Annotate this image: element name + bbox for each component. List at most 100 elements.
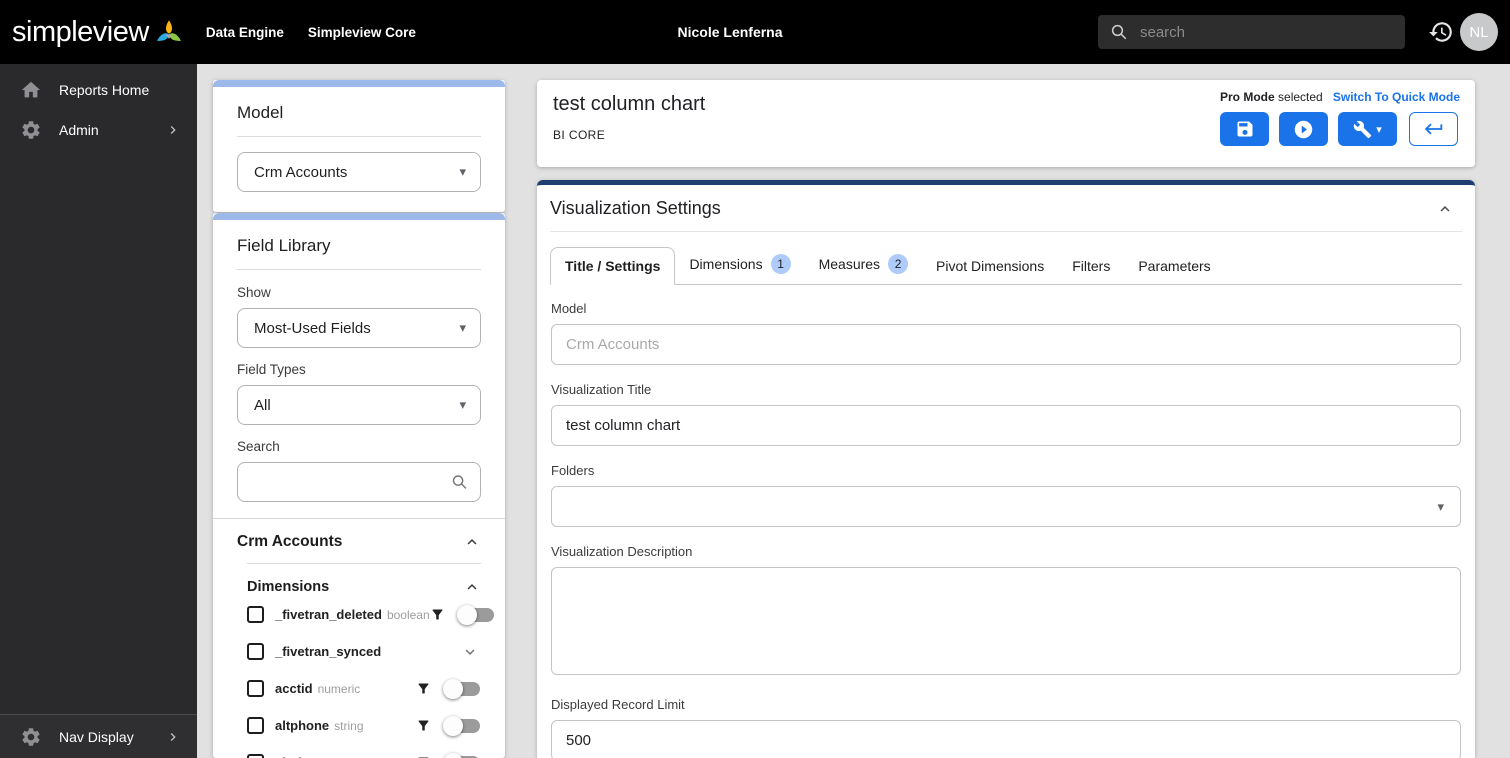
field-row: _fivetran_deleted boolean — [247, 596, 481, 633]
show-label: Show — [237, 285, 481, 300]
field-checkbox[interactable] — [247, 643, 264, 660]
field-types-select[interactable]: All ▾ — [237, 385, 481, 425]
tab-label: Measures — [819, 256, 880, 272]
left-sidebar: Reports Home Admin Nav Display — [0, 64, 197, 758]
field-search[interactable] — [237, 462, 481, 502]
tab-pivot-dimensions[interactable]: Pivot Dimensions — [922, 248, 1058, 284]
report-header-card: test column chart BI CORE Pro Mode selec… — [537, 80, 1475, 167]
model-field-label: Model — [551, 301, 1461, 316]
field-type: numeric — [318, 682, 361, 696]
tab-count-badge: 2 — [888, 254, 908, 274]
field-checkbox[interactable] — [247, 754, 264, 758]
field-row: altphoneext string — [247, 744, 481, 758]
tab-parameters[interactable]: Parameters — [1124, 248, 1224, 284]
model-card-title: Model — [237, 103, 481, 123]
divider — [237, 269, 481, 270]
field-toggle[interactable] — [443, 716, 481, 736]
field-library-title: Field Library — [237, 236, 481, 256]
caret-down-icon: ▾ — [1376, 123, 1382, 136]
field-checkbox[interactable] — [247, 680, 264, 697]
nav-simpleview-core[interactable]: Simpleview Core — [308, 25, 416, 40]
folders-select[interactable]: ▾ — [551, 486, 1461, 527]
gear-icon — [20, 726, 42, 748]
model-select[interactable]: Crm Accounts ▾ — [237, 152, 481, 192]
search-input[interactable] — [1140, 24, 1393, 41]
tab-filters[interactable]: Filters — [1058, 248, 1124, 284]
search-icon — [451, 474, 468, 491]
sidebar-item-admin[interactable]: Admin — [0, 110, 197, 150]
simpleview-logo[interactable]: simpleview — [12, 15, 184, 49]
field-checkbox[interactable] — [247, 606, 264, 623]
divider — [237, 136, 481, 137]
history-icon[interactable] — [1428, 19, 1454, 45]
divider — [213, 518, 505, 519]
visualization-description-textarea[interactable] — [551, 567, 1461, 675]
field-toggle[interactable] — [443, 679, 481, 699]
tab-label: Dimensions — [689, 256, 762, 272]
field-type: string — [334, 719, 363, 733]
sidebar-item-reports-home[interactable]: Reports Home — [0, 70, 197, 110]
card-accent-bar — [213, 213, 505, 220]
field-row: altphone string — [247, 707, 481, 744]
tab-measures[interactable]: Measures 2 — [805, 244, 922, 284]
switch-mode-link[interactable]: Switch To Quick Mode — [1333, 90, 1460, 104]
collapse-chevron-icon[interactable] — [1436, 200, 1454, 218]
search-label: Search — [237, 439, 481, 454]
sidebar-item-label: Nav Display — [59, 729, 134, 745]
tab-label: Filters — [1072, 258, 1110, 274]
dimensions-group-header[interactable]: Dimensions — [247, 578, 481, 596]
run-button[interactable] — [1279, 112, 1328, 146]
model-section-title: Crm Accounts — [237, 533, 342, 551]
visualization-title-input[interactable] — [551, 405, 1461, 446]
tab-label: Title / Settings — [565, 258, 660, 274]
global-search[interactable] — [1098, 15, 1405, 49]
tab-dimensions[interactable]: Dimensions 1 — [675, 244, 804, 284]
mode-status: Pro Mode selected — [1220, 90, 1323, 104]
return-arrow-icon — [1423, 118, 1445, 140]
back-button[interactable] — [1409, 112, 1458, 146]
settings-tabs: Title / Settings Dimensions 1 Measures 2… — [550, 232, 1462, 285]
chevron-down-icon[interactable] — [461, 643, 479, 661]
dimensions-group-title: Dimensions — [247, 579, 329, 595]
caret-down-icon: ▾ — [459, 320, 466, 336]
panel-title: Visualization Settings — [550, 198, 721, 219]
top-navigation-bar: simpleview Data Engine Simpleview Core N… — [0, 0, 1510, 64]
chevron-up-icon[interactable] — [463, 533, 481, 551]
tools-dropdown-button[interactable]: ▾ — [1338, 112, 1397, 146]
field-row: acctid numeric — [247, 670, 481, 707]
field-toggle[interactable] — [443, 753, 481, 758]
save-button[interactable] — [1220, 112, 1269, 146]
sidebar-item-nav-display[interactable]: Nav Display — [0, 714, 197, 758]
field-checkbox[interactable] — [247, 717, 264, 734]
save-icon — [1235, 119, 1255, 139]
visualization-settings-panel: Visualization Settings Title / Settings … — [537, 180, 1475, 758]
field-types-select-value: All — [254, 397, 271, 414]
logo-triangle-icon — [154, 19, 184, 49]
chevron-up-icon[interactable] — [463, 578, 481, 596]
show-select[interactable]: Most-Used Fields ▾ — [237, 308, 481, 348]
record-limit-label: Displayed Record Limit — [551, 697, 1461, 712]
tab-title-settings[interactable]: Title / Settings — [550, 247, 675, 285]
model-card: Model Crm Accounts ▾ — [213, 80, 505, 212]
model-section-header[interactable]: Crm Accounts — [237, 533, 481, 551]
mode-status-rest: selected — [1278, 90, 1323, 104]
chevron-right-icon — [165, 122, 181, 138]
chevron-right-icon — [165, 729, 181, 745]
record-limit-input[interactable] — [551, 720, 1461, 758]
visualization-description-label: Visualization Description — [551, 544, 1461, 559]
field-toggle[interactable] — [457, 605, 495, 625]
play-icon — [1293, 119, 1314, 140]
field-search-input[interactable] — [252, 474, 442, 491]
field-type: boolean — [387, 608, 430, 622]
tab-label: Pivot Dimensions — [936, 258, 1044, 274]
show-select-value: Most-Used Fields — [254, 320, 371, 337]
nav-data-engine[interactable]: Data Engine — [206, 25, 284, 40]
filter-icon[interactable] — [416, 718, 431, 733]
card-accent-bar — [213, 80, 505, 87]
filter-icon[interactable] — [430, 607, 445, 622]
caret-down-icon: ▾ — [459, 397, 466, 413]
filter-icon[interactable] — [416, 681, 431, 696]
avatar[interactable]: NL — [1460, 13, 1498, 51]
mode-status-bold: Pro Mode — [1220, 90, 1275, 104]
model-field-input[interactable] — [551, 324, 1461, 365]
